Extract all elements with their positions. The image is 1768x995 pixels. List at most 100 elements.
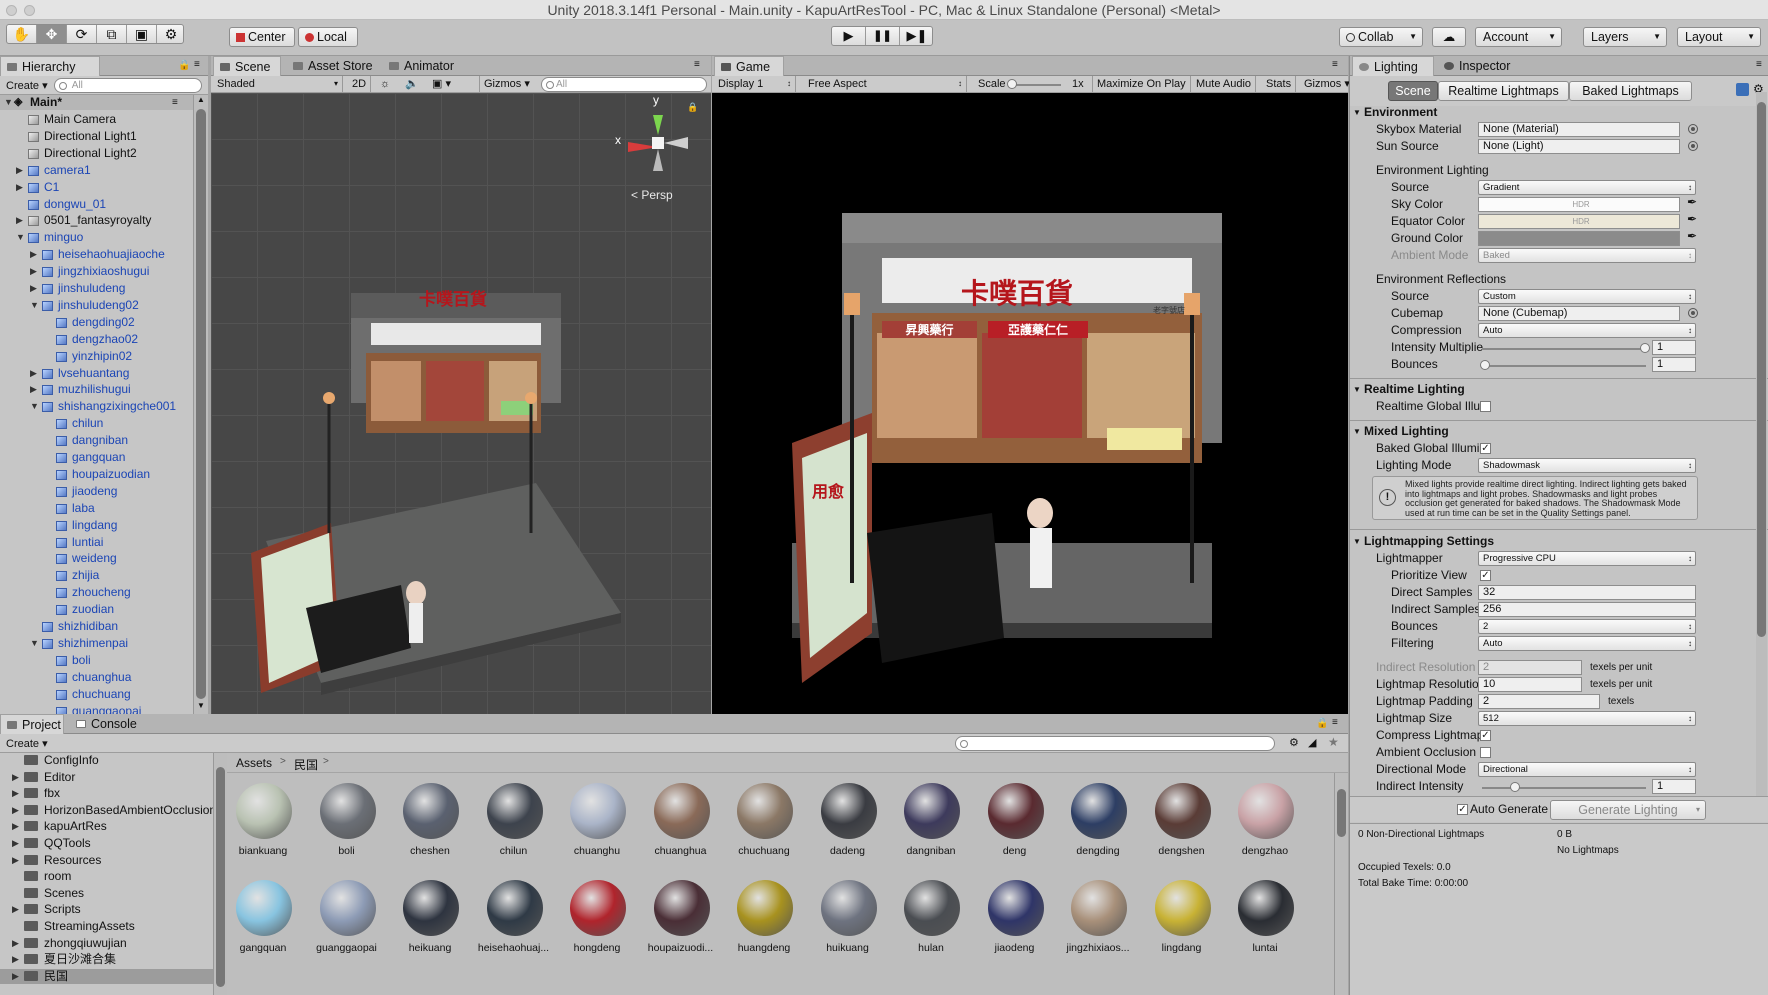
hierarchy-row[interactable]: chuchuang <box>0 687 193 702</box>
directional-mode-dropdown[interactable]: Directional <box>1478 762 1696 777</box>
lighting-mode-dropdown[interactable]: Shadowmask <box>1478 458 1696 473</box>
intensity-field[interactable]: 1 <box>1652 340 1696 355</box>
game-gizmos-dropdown[interactable]: Gizmos ▾ <box>1300 76 1354 92</box>
chevron-right-icon[interactable]: ▶ <box>30 366 37 381</box>
hierarchy-row[interactable]: ▼ jinshuludeng02 <box>0 298 193 313</box>
lock-icon[interactable]: 🔒 <box>687 102 698 113</box>
scale-slider-knob[interactable] <box>1007 79 1017 89</box>
maximize-on-play-toggle[interactable]: Maximize On Play <box>1092 76 1191 92</box>
hierarchy-search-input[interactable]: All <box>54 78 202 93</box>
scene-search-input[interactable]: All <box>541 77 707 92</box>
chevron-right-icon[interactable]: ▶ <box>30 281 37 296</box>
baked-gi-checkbox[interactable]: ✓ <box>1480 443 1491 454</box>
pivot-local-button[interactable]: Local <box>298 27 358 47</box>
scene-menu-icon[interactable]: ≡ <box>172 95 178 110</box>
hierarchy-row[interactable]: ▼ minguo <box>0 230 193 245</box>
folder-row[interactable]: Scenes <box>0 886 213 901</box>
chevron-down-icon[interactable]: ▼ <box>30 399 39 414</box>
chevron-right-icon[interactable]: ▶ <box>30 264 37 279</box>
chevron-right-icon[interactable]: ▶ <box>12 786 19 801</box>
scene-viewport[interactable]: y x 🔒 < Persp 卡噗百貨 <box>211 93 711 714</box>
folder-row[interactable]: ConfigInfo <box>0 753 213 768</box>
skybox-field[interactable]: None (Material) <box>1478 122 1680 137</box>
lighting-scroll-thumb[interactable] <box>1757 102 1766 637</box>
hierarchy-row[interactable]: ▶ heisehaohuajiaoche <box>0 247 193 262</box>
chevron-right-icon[interactable]: ▶ <box>12 902 19 917</box>
lighting-scrollbar[interactable] <box>1756 92 1767 797</box>
indirect-intensity-slider[interactable] <box>1482 782 1646 792</box>
scale-icon[interactable]: ⧉ <box>97 25 127 43</box>
scene-lighting-icon[interactable]: ☼ <box>376 76 394 92</box>
breadcrumb-folder[interactable]: 民国 <box>294 756 318 773</box>
favorite-star-icon[interactable]: ★ <box>1328 735 1339 749</box>
lock-icon[interactable]: 🔒 <box>1316 718 1328 729</box>
aspect-dropdown[interactable]: Free Aspect ↕ <box>804 76 967 92</box>
hierarchy-row[interactable]: Main Camera <box>0 112 193 127</box>
hierarchy-row[interactable]: guanggaopai <box>0 704 193 714</box>
hierarchy-row[interactable]: ▶ C1 <box>0 180 193 195</box>
lm-bounces-dropdown[interactable]: 2 <box>1478 619 1696 634</box>
hierarchy-scroll-thumb[interactable] <box>196 109 206 699</box>
eyedropper-icon[interactable]: ✒ <box>1687 195 1697 209</box>
hierarchy-row[interactable]: chilun <box>0 416 193 431</box>
scroll-up-icon[interactable]: ▲ <box>197 95 205 104</box>
refl-bounces-knob[interactable] <box>1480 360 1490 370</box>
filter-type-icon[interactable]: ⚙ <box>1289 736 1299 749</box>
tab-lighting[interactable]: Lighting <box>1352 56 1434 76</box>
scene-gizmos-dropdown[interactable]: Gizmos ▾ <box>479 76 534 92</box>
lightmap-padding-field[interactable]: 2 <box>1478 694 1600 709</box>
folder-row[interactable]: StreamingAssets <box>0 919 213 934</box>
ambient-occlusion-checkbox[interactable] <box>1480 747 1491 758</box>
scene-root-row[interactable]: ▼ ◈ Main* ≡ <box>0 95 193 110</box>
panel-menu-icon[interactable]: ≡ <box>1332 59 1338 70</box>
realtime-lighting-header[interactable]: Realtime Lighting <box>1364 381 1465 398</box>
hierarchy-row[interactable]: ▶ lvsehuantang <box>0 366 193 381</box>
hierarchy-row[interactable]: ▶ jinshuludeng <box>0 281 193 296</box>
hierarchy-row[interactable]: boli <box>0 653 193 668</box>
tab-project[interactable]: Project <box>0 714 64 734</box>
folder-row[interactable]: ▶ Resources <box>0 853 213 868</box>
sky-color-field[interactable]: HDR <box>1478 197 1680 212</box>
scroll-down-icon[interactable]: ▼ <box>197 701 205 710</box>
lightmapper-dropdown[interactable]: Progressive CPU <box>1478 551 1696 566</box>
object-picker-icon[interactable] <box>1688 308 1698 318</box>
indirect-resolution-field[interactable]: 2 <box>1478 660 1582 675</box>
hierarchy-create-button[interactable]: Create ▾ <box>2 78 52 94</box>
folder-row[interactable]: ▶ QQTools <box>0 836 213 851</box>
refl-bounces-slider[interactable] <box>1480 360 1646 370</box>
chevron-down-icon[interactable]: ▼ <box>1353 427 1361 436</box>
eyedropper-icon[interactable]: ✒ <box>1687 229 1697 243</box>
account-dropdown[interactable]: Account ▼ <box>1475 27 1562 47</box>
hierarchy-row[interactable]: shizhidiban <box>0 619 193 634</box>
auto-generate-checkbox[interactable]: ✓ <box>1457 804 1468 815</box>
intensity-slider[interactable] <box>1482 343 1650 353</box>
environment-header[interactable]: Environment <box>1364 104 1437 121</box>
chevron-right-icon[interactable]: ▶ <box>12 836 19 851</box>
pivot-center-button[interactable]: Center <box>229 27 295 47</box>
tab-console[interactable]: Console <box>70 714 150 734</box>
shading-mode-dropdown[interactable]: Shaded ▾ <box>213 76 343 92</box>
panel-menu-icon[interactable]: ≡ <box>1756 59 1762 70</box>
folder-scroll-thumb[interactable] <box>216 767 225 987</box>
subtab-baked-lightmaps[interactable]: Baked Lightmaps <box>1569 81 1692 101</box>
chevron-right-icon[interactable]: ▶ <box>16 163 23 178</box>
sun-source-field[interactable]: None (Light) <box>1478 139 1680 154</box>
hierarchy-row[interactable]: dongwu_01 <box>0 197 193 212</box>
hierarchy-row[interactable]: gangquan <box>0 450 193 465</box>
asset-scrollbar[interactable] <box>1334 773 1348 995</box>
asset-scroll-thumb[interactable] <box>1337 789 1346 837</box>
folder-row[interactable]: ▶ 民国 <box>0 968 213 984</box>
hierarchy-row[interactable]: ▶ camera1 <box>0 163 193 178</box>
hierarchy-row[interactable]: ▶ 0501_fantasyroyalty <box>0 213 193 228</box>
hierarchy-row[interactable]: dengding02 <box>0 315 193 330</box>
tab-animator[interactable]: Animator <box>383 56 475 76</box>
filter-label-icon[interactable]: ◢ <box>1308 736 1316 749</box>
hierarchy-row[interactable]: Directional Light1 <box>0 129 193 144</box>
indirect-samples-field[interactable]: 256 <box>1478 602 1696 617</box>
lightmapping-header[interactable]: Lightmapping Settings <box>1364 533 1494 550</box>
hierarchy-row[interactable]: ▼ shizhimenpai <box>0 636 193 651</box>
hierarchy-row[interactable]: zhoucheng <box>0 585 193 600</box>
chevron-right-icon[interactable]: ▶ <box>30 382 37 397</box>
tab-asset-store[interactable]: Asset Store <box>287 56 383 76</box>
hierarchy-row[interactable]: ▶ jingzhixiaoshugui <box>0 264 193 279</box>
